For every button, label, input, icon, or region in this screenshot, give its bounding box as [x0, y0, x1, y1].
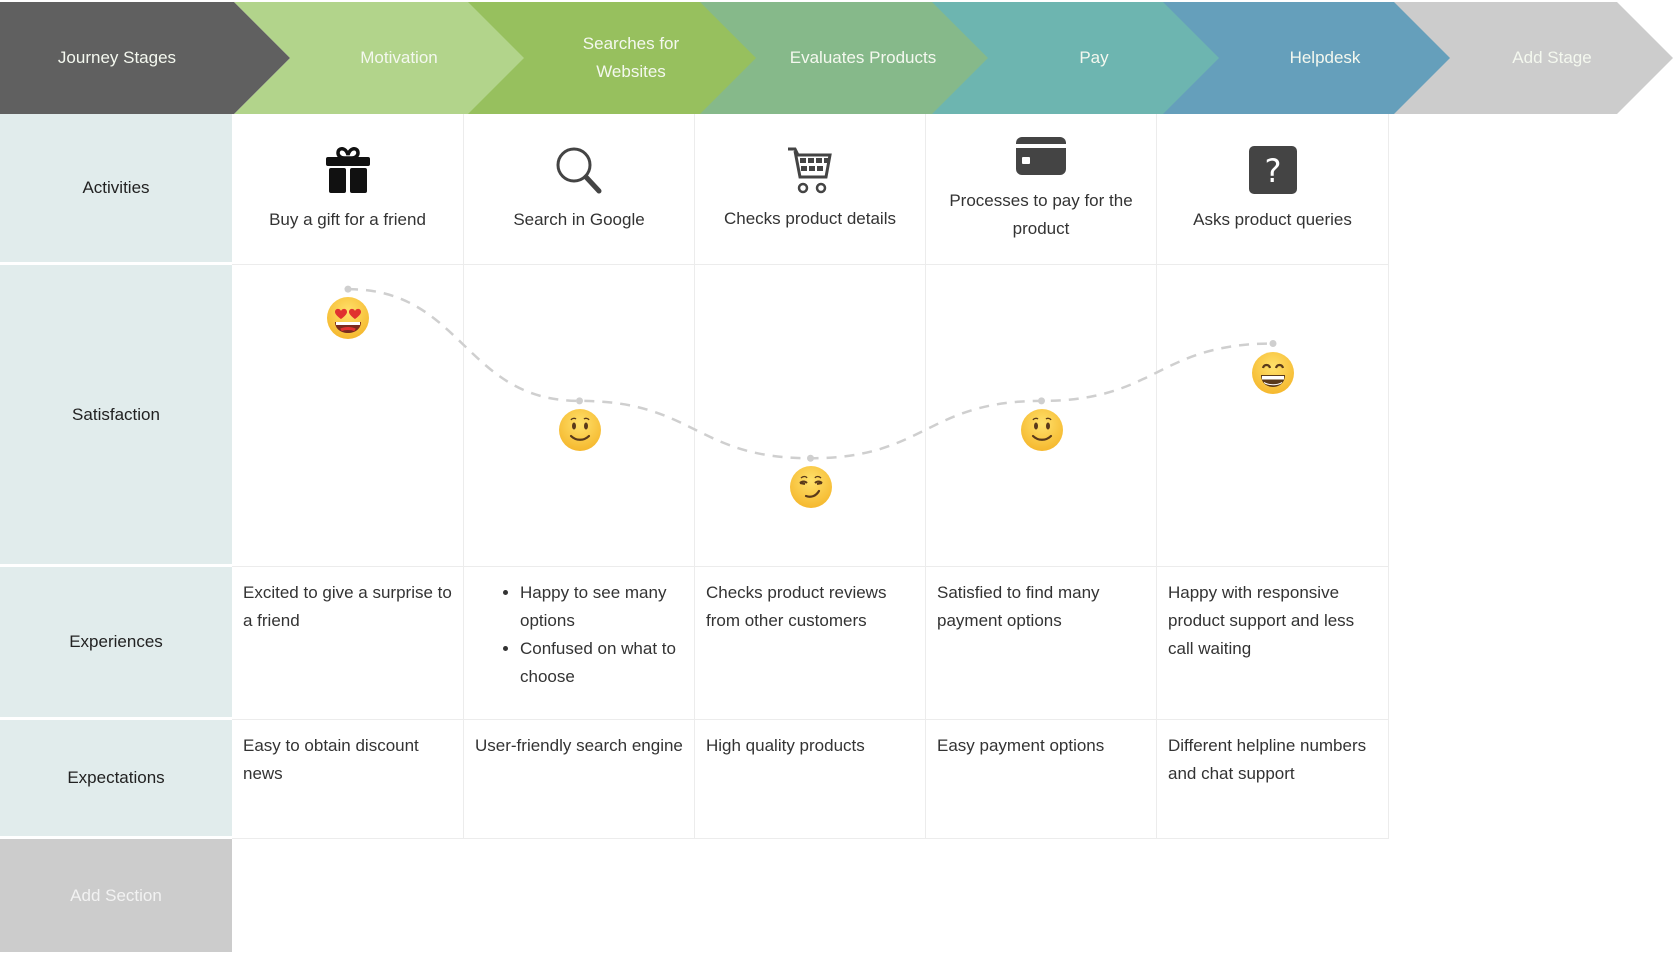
- experience-cell[interactable]: Happy to see many optionsConfused on wha…: [464, 567, 695, 720]
- heart-eyes-emoji-icon[interactable]: [326, 296, 370, 340]
- activity-cell[interactable]: Processes to pay for the product: [926, 114, 1157, 265]
- expectation-text: User-friendly search engine: [475, 736, 683, 755]
- add-section-button[interactable]: Add Section: [0, 839, 232, 952]
- experience-bullet: Happy to see many options: [520, 579, 684, 635]
- search-icon: [553, 145, 605, 204]
- slightly-smiling-emoji-icon[interactable]: [558, 408, 602, 452]
- stage-label: Searches for: [582, 34, 680, 53]
- expectation-cell[interactable]: Easy to obtain discount news: [232, 720, 464, 839]
- add-section-label: Add Section: [70, 885, 162, 905]
- experience-text: Checks product reviews from other custom…: [706, 583, 887, 630]
- add-stage-label: Add Stage: [1512, 48, 1592, 67]
- question-icon: ?: [1248, 145, 1298, 204]
- row-header-experiences: Experiences: [0, 567, 232, 720]
- expectation-cell[interactable]: Easy payment options: [926, 720, 1157, 839]
- stage-label: Websites: [596, 62, 666, 81]
- journey-stages-title: Journey Stages: [0, 2, 290, 114]
- smirking-emoji-icon[interactable]: [789, 465, 833, 509]
- experience-cell[interactable]: Satisfied to find many payment options: [926, 567, 1157, 720]
- experience-cell[interactable]: Excited to give a surprise to a friend: [232, 567, 464, 720]
- experience-text: Satisfied to find many payment options: [937, 583, 1100, 630]
- activity-cell[interactable]: Checks product details: [695, 114, 926, 265]
- expectation-cell[interactable]: User-friendly search engine: [464, 720, 695, 839]
- expectation-text: High quality products: [706, 736, 865, 755]
- activity-text: Asks product queries: [1193, 209, 1352, 229]
- stage-label: Evaluates Products: [789, 48, 937, 67]
- experience-cell[interactable]: Checks product reviews from other custom…: [695, 567, 926, 720]
- experiences-label: Experiences: [69, 632, 163, 651]
- expectation-cell[interactable]: High quality products: [695, 720, 926, 839]
- expectations-label: Expectations: [67, 768, 165, 787]
- activity-cell[interactable]: Buy a gift for a friend: [232, 114, 464, 265]
- slightly-smiling-emoji-icon[interactable]: [1020, 408, 1064, 452]
- shopping-cart-icon: [786, 146, 834, 203]
- expectation-cell[interactable]: Different helpline numbers and chat supp…: [1157, 720, 1389, 839]
- grinning-emoji-icon[interactable]: [1251, 351, 1295, 395]
- activity-text: Checks product details: [724, 208, 896, 228]
- experience-bullets: Happy to see many optionsConfused on wha…: [475, 579, 684, 691]
- satisfaction-label: Satisfaction: [72, 404, 160, 424]
- activity-text: Search in Google: [513, 209, 645, 229]
- experience-cell[interactable]: Happy with responsive product support an…: [1157, 567, 1389, 720]
- row-header-expectations: Expectations: [0, 720, 232, 839]
- expectation-text: Easy to obtain discount news: [243, 736, 419, 783]
- row-header-satisfaction: Satisfaction: [0, 265, 232, 567]
- journey-stages-header: Journey Stages Motivation Searches for We…: [0, 2, 1680, 114]
- satisfaction-cell[interactable]: [1157, 265, 1389, 567]
- stage-label: Helpdesk: [1289, 48, 1361, 67]
- expectation-text: Easy payment options: [937, 736, 1105, 755]
- stage-label: Pay: [1079, 48, 1109, 67]
- gift-icon: [324, 145, 372, 204]
- credit-card-icon: [1015, 136, 1067, 185]
- activity-cell[interactable]: ? Asks product queries: [1157, 114, 1389, 265]
- activity-text: Buy a gift for a friend: [269, 209, 426, 229]
- activity-cell[interactable]: Search in Google: [464, 114, 695, 265]
- row-header-activities: Activities: [0, 114, 232, 265]
- experience-bullet: Confused on what to choose: [520, 635, 684, 691]
- journey-stages-title-label: Journey Stages: [57, 48, 177, 67]
- svg-text:?: ?: [1264, 152, 1281, 190]
- stage-label: Motivation: [360, 48, 438, 67]
- experience-text: Happy with responsive product support an…: [1168, 583, 1355, 658]
- experience-text: Excited to give a surprise to a friend: [243, 583, 452, 630]
- activity-text: Processes to pay for the product: [949, 190, 1133, 238]
- satisfaction-cell[interactable]: [695, 265, 926, 567]
- activities-label: Activities: [82, 178, 150, 197]
- expectation-text: Different helpline numbers and chat supp…: [1168, 736, 1367, 783]
